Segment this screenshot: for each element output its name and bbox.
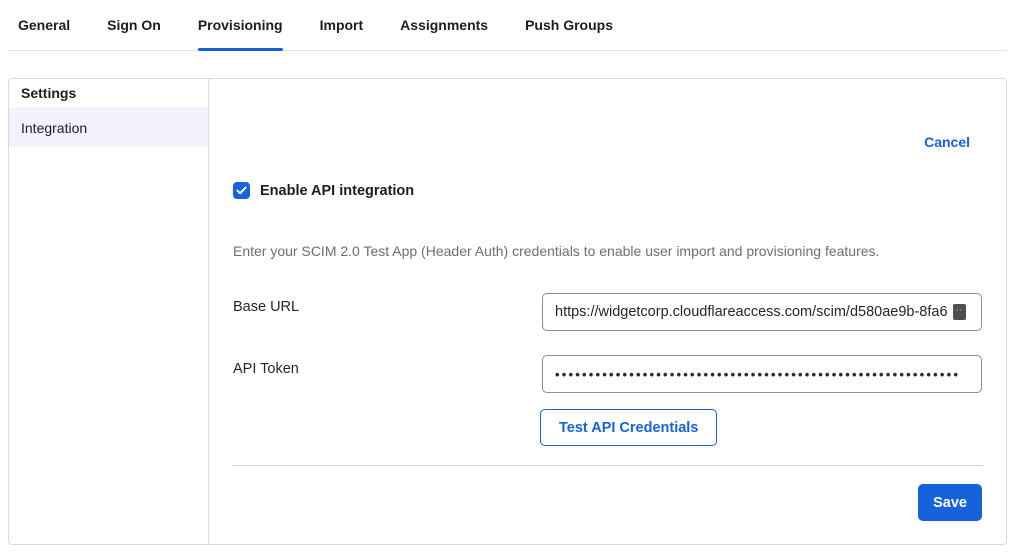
enable-api-row: Enable API integration	[233, 182, 414, 199]
api-token-label: API Token	[233, 361, 299, 377]
enable-api-label: Enable API integration	[260, 183, 414, 199]
provisioning-panel: Settings Integration Cancel Enable API i…	[8, 78, 1007, 545]
settings-sidebar: Settings Integration	[9, 79, 209, 544]
test-api-credentials-button[interactable]: Test API Credentials	[540, 409, 717, 446]
base-url-label: Base URL	[233, 299, 299, 315]
sidebar-item-integration[interactable]: Integration	[9, 109, 208, 147]
base-url-field-wrap: ··	[542, 293, 982, 331]
sidebar-header: Settings	[9, 79, 208, 109]
api-token-input[interactable]	[542, 355, 982, 393]
save-button[interactable]: Save	[918, 484, 982, 521]
cancel-button[interactable]: Cancel	[924, 134, 970, 150]
tab-import[interactable]: Import	[320, 0, 364, 50]
tab-push-groups[interactable]: Push Groups	[525, 0, 613, 50]
integration-form: Cancel Enable API integration Enter your…	[209, 79, 1006, 544]
tab-sign-on[interactable]: Sign On	[107, 0, 161, 50]
tab-assignments[interactable]: Assignments	[400, 0, 488, 50]
footer-divider	[232, 465, 983, 466]
app-tab-bar: General Sign On Provisioning Import Assi…	[8, 0, 1007, 51]
tab-general[interactable]: General	[18, 0, 70, 50]
api-token-field-wrap	[542, 355, 982, 393]
check-icon	[236, 185, 247, 196]
credentials-description: Enter your SCIM 2.0 Test App (Header Aut…	[233, 243, 933, 259]
enable-api-checkbox[interactable]	[233, 182, 250, 199]
base-url-input[interactable]	[542, 293, 982, 331]
tab-provisioning[interactable]: Provisioning	[198, 0, 283, 50]
